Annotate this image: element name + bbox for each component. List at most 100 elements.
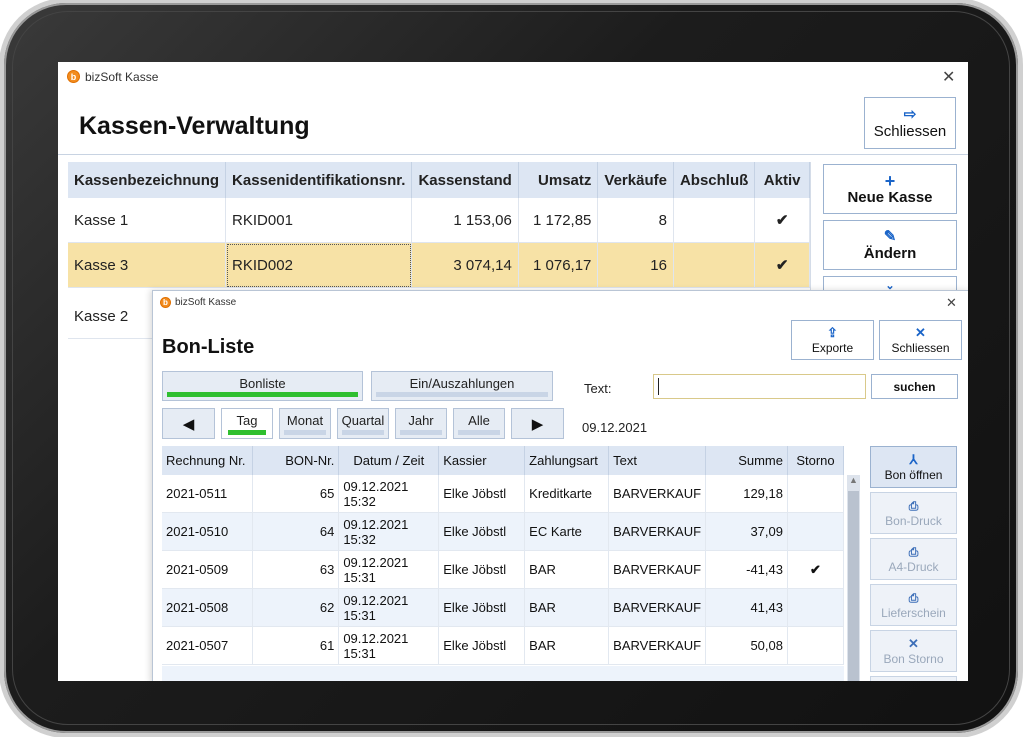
table-scrollbar[interactable]: ▲ <box>847 475 860 681</box>
table-row[interactable]: 2021-0511 65 09.12.2021 15:32 Elke Jöbst… <box>162 475 845 513</box>
table-row[interactable]: 2021-0510 64 09.12.2021 15:32 Elke Jöbst… <box>162 512 845 551</box>
cell-abschluss <box>673 198 756 243</box>
cell-bon: 63 <box>252 550 340 589</box>
col-kassenid[interactable]: Kassenidentifikationsnr. <box>225 162 413 198</box>
a4-druck-label: A4-Druck <box>888 560 939 574</box>
bon-oeffnen-button[interactable]: ⅄ Bon öffnen <box>870 446 957 488</box>
prev-period-button[interactable]: ◀ <box>162 408 215 439</box>
cell-summe: 129,18 <box>705 475 788 513</box>
check-icon: ✔ <box>754 198 810 243</box>
cell-rechnung: 2021-0509 <box>162 550 254 589</box>
col-datum[interactable]: Datum / Zeit <box>338 446 440 475</box>
table-row-selected[interactable]: Kasse 3 RKID002 3 074,14 1 076,17 16 ✔ <box>68 242 810 288</box>
cell-summe: 37,09 <box>705 512 788 551</box>
neue-kasse-button[interactable]: + Neue Kasse <box>823 164 957 214</box>
lieferschein-button[interactable]: ⎙ Lieferschein <box>870 584 957 626</box>
period-jahr-label: Jahr <box>408 413 434 428</box>
aendern-button[interactable]: ✎ Ändern <box>823 220 957 270</box>
col-abschluss[interactable]: Abschluß <box>673 162 756 198</box>
window-title: bizSoft Kasse <box>85 70 159 84</box>
bon-schliessen-button[interactable]: ✕ Schliessen <box>879 320 962 360</box>
table-row[interactable]: 2021-0509 63 09.12.2021 15:31 Elke Jöbst… <box>162 550 845 589</box>
col-kassier[interactable]: Kassier <box>438 446 526 475</box>
more-actions-partial[interactable] <box>870 676 957 681</box>
cell-datum: 09.12.2021 15:31 <box>338 588 440 627</box>
cell-rechnung: 2021-0508 <box>162 588 254 627</box>
period-tag[interactable]: Tag <box>221 408 273 439</box>
col-verkaeufe[interactable]: Verkäufe <box>597 162 674 198</box>
period-monat-label: Monat <box>286 413 324 428</box>
aendern-label: Ändern <box>863 244 917 262</box>
cell-name: Kasse 1 <box>68 198 227 243</box>
tab-ein-auszahlungen-label: Ein/Auszahlungen <box>409 375 515 391</box>
col-bon-nr[interactable]: BON-Nr. <box>252 446 340 475</box>
row-kasse-2[interactable]: Kasse 2 <box>68 294 158 339</box>
cell-kassier: Elke Jöbstl <box>438 588 526 627</box>
cell-id: RKID002 <box>225 242 413 288</box>
bon-close-icon[interactable]: ✕ <box>946 295 957 311</box>
period-alle[interactable]: Alle <box>453 408 505 439</box>
cell-zahlungsart: BAR <box>524 626 610 665</box>
col-rechnung[interactable]: Rechnung Nr. <box>162 446 254 475</box>
cell-storno <box>787 626 845 665</box>
table-row-partial[interactable] <box>162 666 844 681</box>
period-jahr[interactable]: Jahr <box>395 408 447 439</box>
cell-rechnung: 2021-0507 <box>162 626 254 665</box>
col-kassenbezeichnung[interactable]: Kassenbezeichnung <box>68 162 227 198</box>
table-row[interactable]: 2021-0508 62 09.12.2021 15:31 Elke Jöbst… <box>162 588 845 627</box>
scroll-up-icon[interactable]: ▲ <box>849 475 858 485</box>
cell-rechnung: 2021-0510 <box>162 512 254 551</box>
cell-abschluss <box>673 242 756 288</box>
header-divider <box>58 154 968 155</box>
a4-druck-button[interactable]: ⎙ A4-Druck <box>870 538 957 580</box>
bon-storno-button[interactable]: ✕ Bon Storno <box>870 630 957 672</box>
cell-zahlungsart: BAR <box>524 550 610 589</box>
tab-bonliste[interactable]: Bonliste <box>162 371 363 401</box>
search-label: Text: <box>584 381 612 396</box>
col-zahlungsart[interactable]: Zahlungsart <box>524 446 610 475</box>
search-input[interactable] <box>653 374 866 399</box>
lieferschein-label: Lieferschein <box>881 606 946 620</box>
cell-storno <box>787 512 845 551</box>
bon-druck-button[interactable]: ⎙ Bon-Druck <box>870 492 957 534</box>
check-icon: ✔ <box>787 550 845 589</box>
cell-text: BARVERKAUF <box>608 475 707 513</box>
page-title: Kassen-Verwaltung <box>79 112 310 140</box>
main-close-button[interactable]: ⇨ Schliessen <box>864 97 956 149</box>
bon-table: Rechnung Nr. BON-Nr. Datum / Zeit Kassie… <box>162 446 845 665</box>
col-kassenstand[interactable]: Kassenstand <box>411 162 519 198</box>
cell-bon: 61 <box>252 626 340 665</box>
suchen-button[interactable]: suchen <box>871 374 958 399</box>
col-aktiv[interactable]: Aktiv <box>754 162 810 198</box>
period-quartal[interactable]: Quartal <box>337 408 389 439</box>
bon-oeffnen-label: Bon öffnen <box>884 468 943 482</box>
cell-bon: 62 <box>252 588 340 627</box>
cell-storno <box>787 588 845 627</box>
next-period-button[interactable]: ▶ <box>511 408 564 439</box>
check-icon: ✔ <box>754 242 810 288</box>
x-icon: ✕ <box>908 636 919 651</box>
tab-ein-auszahlungen[interactable]: Ein/Auszahlungen <box>371 371 553 401</box>
current-date: 09.12.2021 <box>582 420 648 435</box>
col-summe[interactable]: Summe <box>705 446 788 475</box>
table-row[interactable]: 2021-0507 61 09.12.2021 15:31 Elke Jöbst… <box>162 626 845 665</box>
cell-zahlungsart: EC Karte <box>524 512 610 551</box>
window-close-icon[interactable]: ✕ <box>942 67 955 87</box>
table-row[interactable]: Kasse 1 RKID001 1 153,06 1 172,85 8 ✔ <box>68 198 810 243</box>
scrollbar-thumb[interactable] <box>848 491 859 681</box>
cell-text: BARVERKAUF <box>608 550 707 589</box>
col-storno[interactable]: Storno <box>787 446 845 475</box>
x-icon: ✕ <box>915 325 926 340</box>
col-text[interactable]: Text <box>608 446 707 475</box>
export-button[interactable]: ⇪ Exporte <box>791 320 874 360</box>
cell-datum: 09.12.2021 15:32 <box>338 475 440 513</box>
upload-icon: ⇪ <box>827 325 838 340</box>
printer-icon: ⎙ <box>908 591 919 605</box>
bon-schliessen-label: Schliessen <box>891 341 950 355</box>
col-umsatz[interactable]: Umsatz <box>518 162 599 198</box>
table-scroll-edge <box>810 162 811 292</box>
period-monat[interactable]: Monat <box>279 408 331 439</box>
pencil-icon: ✎ <box>883 227 897 245</box>
cell-datum: 09.12.2021 15:32 <box>338 512 440 551</box>
exit-icon: ⇨ <box>903 105 917 123</box>
